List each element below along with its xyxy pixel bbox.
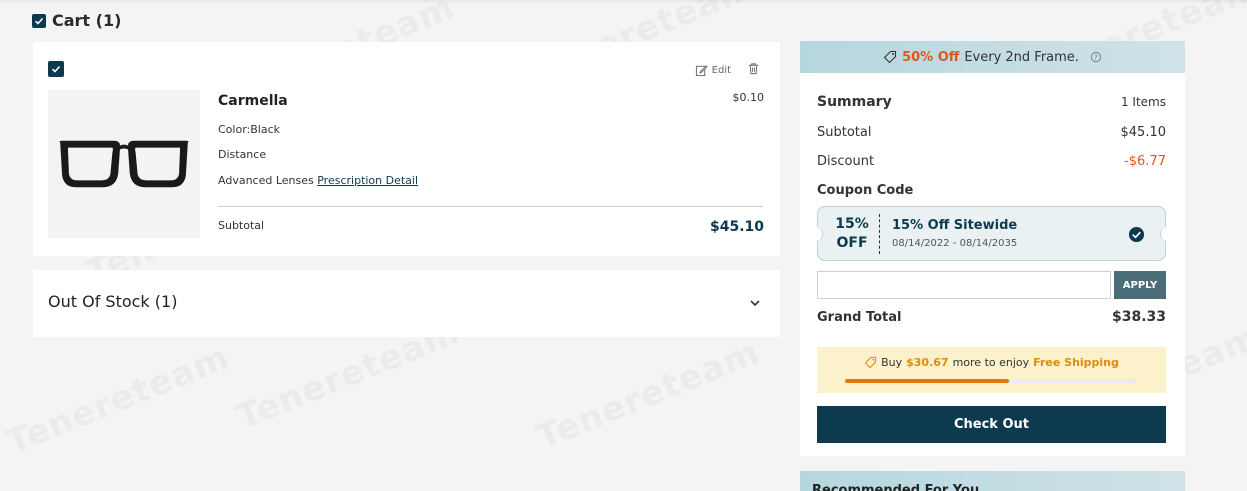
edit-button[interactable]: Edit bbox=[695, 64, 731, 77]
help-icon[interactable]: ? bbox=[1090, 51, 1102, 63]
promo-banner: 50% Off Every 2nd Frame. ? bbox=[800, 41, 1185, 73]
discount-label: Discount bbox=[817, 154, 875, 169]
recommended-title: Recommended For You bbox=[812, 483, 980, 491]
coupon-title: 15% Off Sitewide bbox=[892, 218, 1018, 233]
summary-header-row: Summary 1 Items bbox=[817, 94, 1166, 110]
top-shadow bbox=[0, 0, 1247, 4]
subtotal-value: $45.10 bbox=[1120, 125, 1167, 140]
subtotal-row: Subtotal $45.10 bbox=[817, 125, 1166, 140]
summary-title: Summary bbox=[817, 94, 892, 110]
recommended-section: Recommended For You bbox=[800, 471, 1185, 491]
svg-text:?: ? bbox=[1094, 54, 1098, 62]
cart-item-card: Edit Carmella $0.10 Color:Black Distance… bbox=[33, 42, 780, 256]
product-name[interactable]: Carmella bbox=[218, 93, 288, 109]
product-image[interactable] bbox=[48, 90, 200, 238]
coupon-code-input[interactable] bbox=[817, 271, 1111, 299]
grand-total-value: $38.33 bbox=[1111, 309, 1166, 325]
checkout-button[interactable]: Check Out bbox=[817, 406, 1166, 443]
check-icon bbox=[34, 17, 44, 25]
chevron-down-icon[interactable] bbox=[748, 296, 762, 310]
coupon-percent-value: 15% bbox=[835, 216, 869, 232]
coupon-percent-off: OFF bbox=[836, 235, 868, 251]
coupon-code-label: Coupon Code bbox=[817, 183, 914, 198]
promo-highlight: 50% Off bbox=[902, 49, 960, 65]
shipping-progress-track bbox=[845, 379, 1137, 383]
cart-header: Cart (1) bbox=[32, 11, 121, 30]
product-lenses: Advanced Lenses Prescription Detail bbox=[218, 174, 418, 187]
apply-button[interactable]: APPLY bbox=[1114, 271, 1166, 299]
subtotal-label: Subtotal bbox=[817, 125, 872, 140]
divider bbox=[218, 206, 763, 207]
trash-icon bbox=[748, 63, 759, 75]
eyeglasses-image bbox=[59, 140, 189, 188]
edit-label: Edit bbox=[711, 64, 731, 76]
prescription-detail-link[interactable]: Prescription Detail bbox=[317, 174, 418, 187]
promo-text: Every 2nd Frame. bbox=[964, 49, 1079, 65]
item-checkbox[interactable] bbox=[48, 61, 64, 77]
discount-row: Discount -$6.77 bbox=[817, 154, 1166, 169]
discount-value: -$6.77 bbox=[1124, 154, 1166, 169]
coupon-percent: 15% OFF bbox=[826, 215, 878, 253]
product-distance: Distance bbox=[218, 148, 267, 161]
coupon-notch bbox=[1160, 227, 1170, 241]
items-count: 1 Items bbox=[1120, 95, 1166, 109]
cart-title: Cart (1) bbox=[52, 11, 122, 30]
watermark: Tenereteam bbox=[1, 337, 235, 463]
lenses-label: Advanced Lenses bbox=[218, 174, 314, 187]
product-price: $0.10 bbox=[732, 91, 765, 104]
coupon-card[interactable]: 15% OFF 15% Off Sitewide 08/14/2022 - 08… bbox=[813, 206, 1170, 261]
shipping-amount: $30.67 bbox=[906, 356, 949, 369]
check-icon bbox=[51, 65, 61, 73]
out-of-stock-section[interactable]: Out Of Stock (1) bbox=[33, 270, 780, 337]
free-shipping-message: Buy $30.67 more to enjoy Free Shipping bbox=[817, 356, 1166, 369]
shipping-progress-fill bbox=[845, 379, 1009, 383]
coupon-dates: 08/14/2022 - 08/14/2035 bbox=[892, 238, 1018, 249]
order-summary: Summary 1 Items Subtotal $45.10 Discount… bbox=[800, 73, 1185, 456]
item-actions: Edit bbox=[695, 62, 760, 78]
free-shipping-banner: Buy $30.67 more to enjoy Free Shipping bbox=[817, 347, 1166, 393]
check-circle-icon bbox=[1128, 226, 1145, 243]
tag-icon bbox=[883, 50, 897, 64]
grand-total-label: Grand Total bbox=[817, 309, 902, 325]
edit-icon bbox=[695, 64, 708, 76]
coupon-code-row: Coupon Code bbox=[817, 183, 1166, 198]
coupon-divider bbox=[879, 214, 880, 254]
select-all-checkbox[interactable] bbox=[32, 13, 46, 28]
watermark: Tenereteam bbox=[531, 332, 765, 458]
tag-icon bbox=[864, 356, 877, 369]
coupon-notch bbox=[813, 227, 823, 241]
product-color: Color:Black bbox=[218, 123, 280, 136]
shipping-middle: more to enjoy bbox=[952, 356, 1030, 369]
item-subtotal-value: $45.10 bbox=[709, 219, 764, 235]
grand-total-row: Grand Total $38.33 bbox=[817, 309, 1166, 325]
out-of-stock-label: Out Of Stock (1) bbox=[48, 292, 178, 311]
free-shipping-label: Free Shipping bbox=[1033, 356, 1119, 369]
item-subtotal-label: Subtotal bbox=[218, 219, 265, 232]
delete-button[interactable] bbox=[747, 62, 760, 78]
shipping-prefix: Buy bbox=[881, 356, 903, 369]
